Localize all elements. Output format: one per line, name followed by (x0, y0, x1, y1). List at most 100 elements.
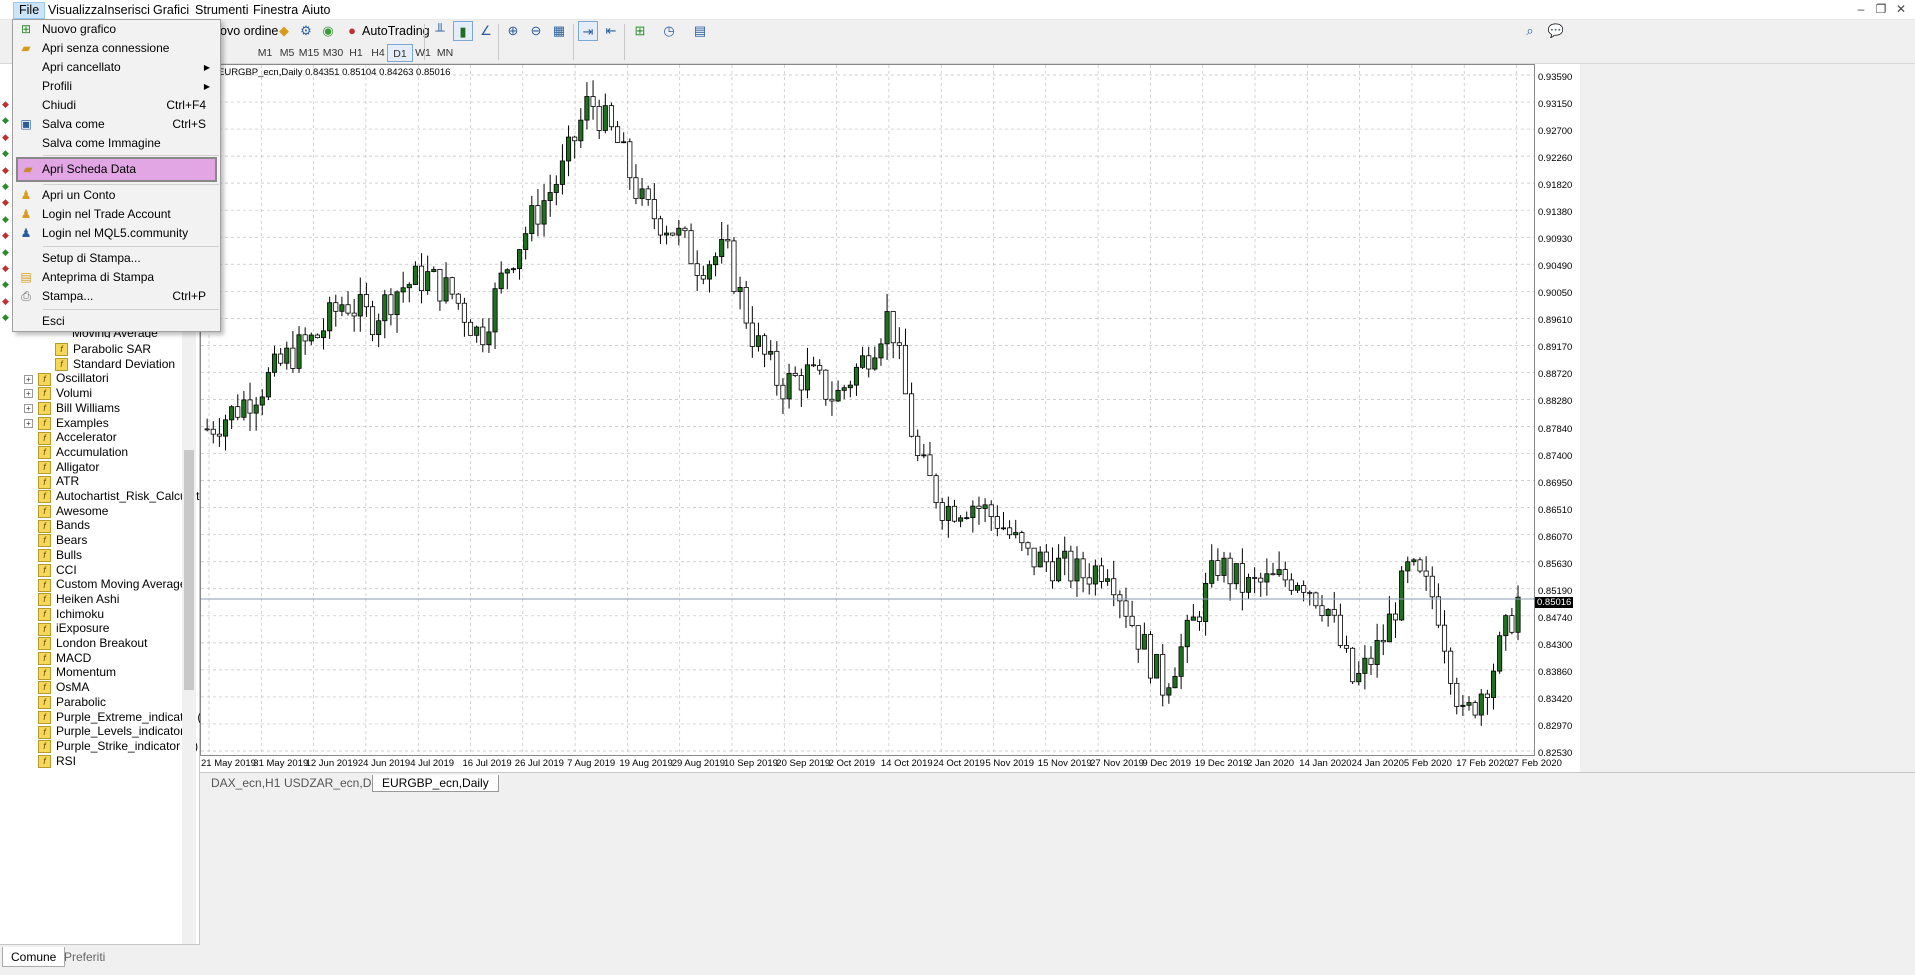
quote-direction-icon: ◆ (2, 148, 9, 159)
periods-icon[interactable]: ◷ (659, 21, 679, 41)
signals-icon[interactable]: ◉ (318, 21, 338, 41)
timeframe-m15[interactable]: M15 (296, 44, 322, 62)
candle-body (847, 384, 853, 389)
restore-icon[interactable]: ❐ (1871, 2, 1891, 16)
candle-body (1392, 613, 1399, 621)
menu-strumenti[interactable]: Strumenti (190, 2, 254, 19)
price-label: 0.86510 (1538, 504, 1573, 516)
menu-item-apri-cancellato[interactable]: Apri cancellato ▶ (13, 58, 220, 77)
zoom-out-icon[interactable]: ⊖ (526, 21, 546, 41)
candle-body (1435, 596, 1441, 626)
close-icon[interactable]: ✕ (1891, 2, 1911, 16)
candle-body (694, 263, 700, 276)
candle-body (1209, 560, 1215, 584)
menu-item-stampa[interactable]: ⎙ Stampa... Ctrl+P (13, 287, 220, 306)
line-chart-icon[interactable]: ∠ (476, 21, 496, 41)
menu-item-login-trade-account[interactable]: ♟ Login nel Trade Account (13, 205, 220, 224)
indicators-icon[interactable]: ⊞ (630, 21, 650, 41)
menu-item-setup-stampa[interactable]: Setup di Stampa... (13, 249, 220, 268)
candle-body (1423, 570, 1429, 577)
search-icon[interactable]: ⌕ (1520, 21, 1540, 41)
candle-body (1429, 575, 1435, 598)
minimize-icon[interactable]: – (1851, 2, 1871, 16)
menu-item-nuovo-grafico[interactable]: ⊞ Nuovo grafico (13, 20, 220, 39)
price-label: 0.89610 (1538, 315, 1573, 327)
candle-body (1154, 654, 1160, 679)
menu-item-salva-come[interactable]: ▣ Salva come Ctrl+S (13, 115, 220, 134)
menu-item-apri-scheda-data[interactable]: ▰ Apri Scheda Data (16, 157, 217, 182)
menu-item-anteprima-stampa[interactable]: ▤ Anteprima di Stampa (13, 268, 220, 287)
candle-body (216, 433, 222, 437)
candle-body (253, 404, 259, 414)
candle-body (480, 326, 486, 346)
menu-item-apri-senza-connessione[interactable]: ▰ Apri senza connessione (13, 39, 220, 58)
metaeditor-icon[interactable]: ◆ (274, 21, 294, 41)
market-watch-icon[interactable]: ⚙ (296, 21, 316, 41)
price-label: 0.86070 (1538, 531, 1573, 543)
candle-body (559, 160, 565, 185)
candle-body (1196, 616, 1203, 622)
candle-body (529, 205, 535, 235)
nav-item-label: RSI (56, 753, 77, 768)
candle-body (566, 136, 572, 162)
tab-preferiti[interactable]: Preferiti (56, 947, 113, 967)
candle-body (541, 200, 547, 225)
timeframe-mn[interactable]: MN (432, 44, 458, 62)
candle-body (639, 188, 645, 199)
candle-body (1503, 615, 1509, 637)
candle-body (523, 233, 529, 250)
scrollbar-thumb[interactable] (184, 450, 194, 690)
candle-body (958, 517, 964, 522)
price-chart[interactable] (200, 64, 1535, 756)
autotrading-button[interactable]: AutoTrading (362, 20, 430, 42)
candle-body (584, 96, 590, 121)
candle-body (1111, 578, 1117, 596)
autoscroll-icon[interactable]: ⇥ (578, 21, 598, 41)
chat-icon[interactable]: 💬 (1546, 21, 1566, 41)
time-label: 7 Aug 2019 (567, 758, 616, 769)
candle-body (1411, 559, 1417, 563)
zoom-in-icon[interactable]: ⊕ (503, 21, 523, 41)
menu-item-salva-come-immagine[interactable]: Salva come Immagine (13, 134, 220, 153)
candle-body (909, 393, 915, 437)
menu-aiuto[interactable]: Aiuto (297, 2, 336, 19)
menu-inserisci[interactable]: Inserisci (99, 2, 155, 19)
candle-body (284, 347, 290, 364)
tile-windows-icon[interactable]: ▦ (549, 21, 569, 41)
new-order-button[interactable]: ovo ordine (220, 20, 278, 42)
menu-grafici[interactable]: Grafici (148, 2, 194, 19)
navigator-scrollbar[interactable] (182, 250, 196, 955)
chart-shift-icon[interactable]: ⇤ (601, 21, 621, 41)
expand-icon[interactable]: + (24, 374, 33, 384)
expand-icon[interactable]: + (24, 389, 33, 399)
expand-icon[interactable]: + (24, 404, 33, 414)
candle-body (706, 264, 712, 280)
menu-item-esci[interactable]: Esci (13, 312, 220, 331)
menu-separator (43, 155, 219, 156)
menu-file[interactable]: File (13, 2, 46, 19)
price-axis[interactable] (1535, 64, 1580, 756)
candlestick-icon[interactable]: ▮ (453, 21, 473, 41)
candle-body (627, 141, 633, 179)
menu-item-apri-un-conto[interactable]: ♟ Apri un Conto (13, 186, 220, 205)
menu-item-profili[interactable]: Profili ▶ (13, 77, 220, 96)
templates-icon[interactable]: ▤ (690, 21, 710, 41)
time-label: 15 Nov 2019 (1037, 758, 1092, 769)
expand-icon[interactable]: + (24, 418, 33, 428)
menu-item-login-mql5[interactable]: ♟ Login nel MQL5.community (13, 224, 220, 243)
candle-body (1056, 557, 1062, 582)
submenu-arrow-icon: ▶ (203, 82, 210, 91)
candle-body (1062, 550, 1068, 559)
price-label: 0.92260 (1538, 153, 1573, 165)
candle-body (1282, 569, 1288, 581)
chart-tab-eurgbp[interactable]: EURGBP_ecn,Daily (372, 775, 499, 792)
menu-item-chiudi[interactable]: Chiudi Ctrl+F4 (13, 96, 220, 115)
autotrading-icon[interactable]: ● (342, 21, 362, 41)
nav-item[interactable]: f RSI (24, 752, 76, 770)
menu-finestra[interactable]: Finestra (248, 2, 303, 19)
time-label: 20 Sep 2019 (776, 758, 831, 769)
candle-body (1074, 558, 1080, 582)
chart-canvas[interactable] (201, 65, 1534, 755)
bar-chart-icon[interactable]: ╨ (430, 21, 450, 41)
candle-body (461, 302, 467, 323)
